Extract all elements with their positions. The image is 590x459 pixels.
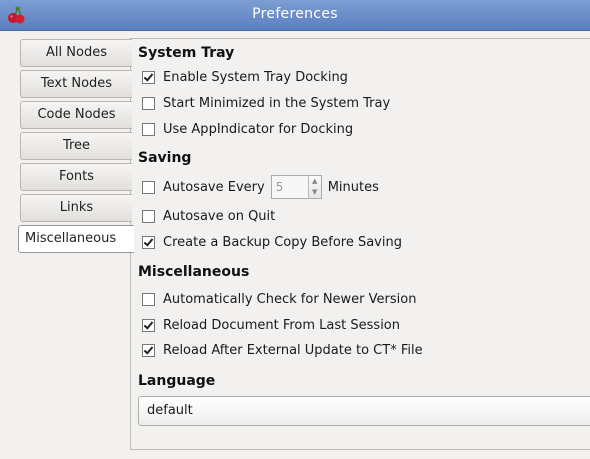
- spin-up-icon[interactable]: ▲: [309, 176, 321, 187]
- reload-external-update-option[interactable]: Reload After External Update to CT* File: [142, 341, 423, 359]
- preferences-tabs: All Nodes Text Nodes Code Nodes Tree Fon…: [18, 39, 134, 256]
- appindicator-option[interactable]: Use AppIndicator for Docking: [142, 120, 353, 138]
- start-minimized-checkbox[interactable]: [142, 96, 155, 110]
- reload-external-update-label: Reload After External Update to CT* File: [163, 342, 423, 358]
- autosave-every-checkbox[interactable]: [142, 180, 155, 194]
- autosave-on-quit-label: Autosave on Quit: [163, 208, 276, 224]
- spin-down-icon[interactable]: ▼: [309, 187, 321, 198]
- enable-tray-docking-option[interactable]: Enable System Tray Docking: [142, 68, 348, 86]
- language-combobox[interactable]: default: [138, 396, 590, 426]
- appindicator-label: Use AppIndicator for Docking: [163, 121, 354, 137]
- tab-links[interactable]: Links: [20, 194, 132, 222]
- tab-code-nodes[interactable]: Code Nodes: [20, 101, 132, 129]
- autosave-every-option[interactable]: Autosave Every 5 ▲ ▼ Minutes: [142, 174, 379, 200]
- tab-tree[interactable]: Tree: [20, 132, 132, 160]
- reload-last-session-label: Reload Document From Last Session: [163, 317, 400, 333]
- reload-external-update-checkbox[interactable]: [142, 343, 155, 357]
- preferences-window: Preferences All Nodes Text Nodes Code No…: [0, 0, 590, 459]
- miscellaneous-heading: Miscellaneous: [138, 264, 250, 280]
- language-heading: Language: [138, 373, 216, 389]
- reload-last-session-checkbox[interactable]: [142, 318, 155, 332]
- window-title: Preferences: [252, 6, 338, 22]
- start-minimized-label: Start Minimized in the System Tray: [163, 95, 391, 111]
- autosave-on-quit-checkbox[interactable]: [142, 209, 155, 223]
- tab-text-nodes[interactable]: Text Nodes: [20, 70, 132, 98]
- tab-fonts[interactable]: Fonts: [20, 163, 132, 191]
- start-minimized-option[interactable]: Start Minimized in the System Tray: [142, 94, 390, 112]
- autosave-on-quit-option[interactable]: Autosave on Quit: [142, 207, 275, 225]
- autosave-minutes-suffix: Minutes: [327, 179, 379, 195]
- spin-arrows[interactable]: ▲ ▼: [307, 176, 321, 198]
- backup-copy-label: Create a Backup Copy Before Saving: [163, 234, 402, 250]
- system-tray-heading: System Tray: [138, 45, 235, 61]
- autosave-minutes-spinbutton[interactable]: 5 ▲ ▼: [270, 175, 322, 199]
- autosave-minutes-value[interactable]: 5: [272, 180, 308, 194]
- enable-tray-docking-label: Enable System Tray Docking: [163, 69, 348, 85]
- saving-heading: Saving: [138, 150, 192, 166]
- reload-last-session-option[interactable]: Reload Document From Last Session: [142, 316, 400, 334]
- title-bar[interactable]: Preferences: [0, 0, 590, 31]
- autosave-every-label: Autosave Every: [163, 179, 265, 195]
- check-newer-version-label: Automatically Check for Newer Version: [163, 291, 417, 307]
- check-newer-version-checkbox[interactable]: [142, 292, 155, 306]
- enable-tray-docking-checkbox[interactable]: [142, 70, 155, 84]
- backup-copy-checkbox[interactable]: [142, 235, 155, 249]
- appindicator-checkbox[interactable]: [142, 122, 155, 136]
- tab-miscellaneous[interactable]: Miscellaneous: [18, 225, 134, 253]
- backup-copy-option[interactable]: Create a Backup Copy Before Saving: [142, 233, 402, 251]
- check-newer-version-option[interactable]: Automatically Check for Newer Version: [142, 290, 416, 308]
- tab-all-nodes[interactable]: All Nodes: [20, 39, 132, 67]
